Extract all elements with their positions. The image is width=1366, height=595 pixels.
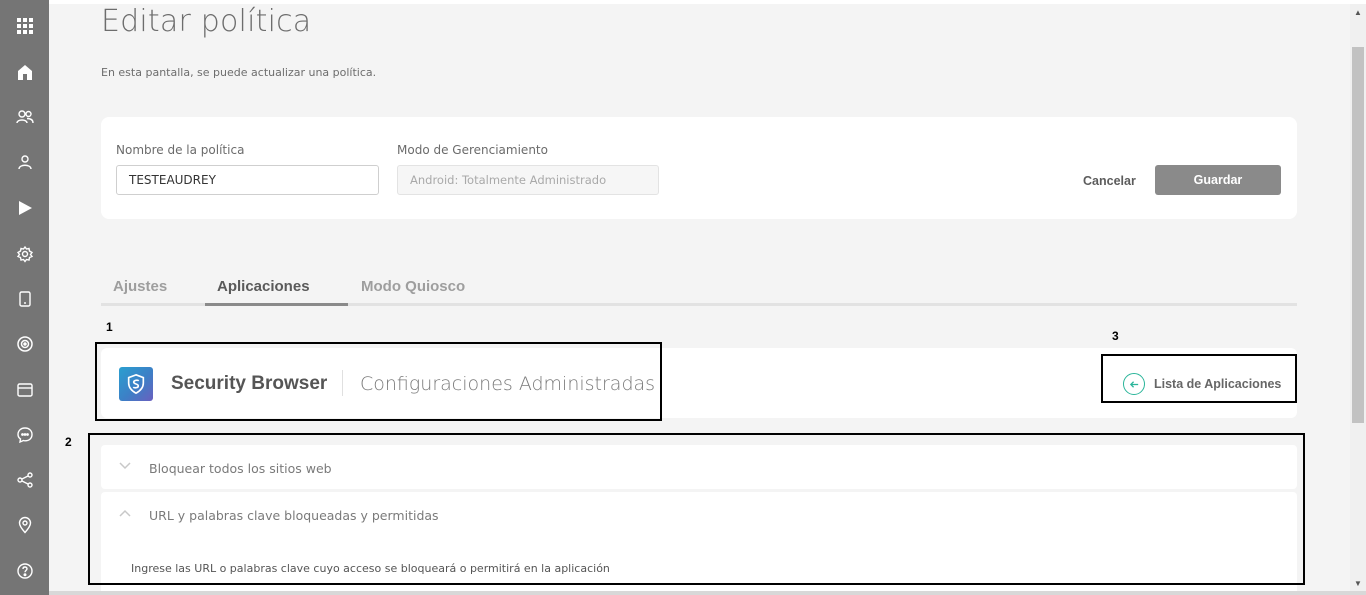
apps-grid-icon[interactable] — [0, 10, 49, 42]
page-title: Editar política — [101, 4, 312, 39]
management-mode-label: Modo de Gerenciamiento — [397, 143, 548, 157]
tab-bar: Ajustes Aplicaciones Modo Quiosco — [101, 270, 1297, 306]
annotation-box-2 — [88, 433, 1305, 585]
target-icon[interactable] — [0, 328, 49, 360]
settings-gear-icon[interactable] — [0, 238, 49, 270]
tab-modo-quiosco[interactable]: Modo Quiosco — [361, 278, 465, 295]
policy-name-input[interactable]: TESTEAUDREY — [116, 165, 379, 195]
vertical-scrollbar[interactable]: ▲ ▼ — [1350, 4, 1366, 591]
scroll-down-arrow-icon[interactable]: ▼ — [1350, 575, 1366, 591]
location-pin-icon[interactable] — [0, 509, 49, 541]
chat-icon[interactable] — [0, 419, 49, 451]
dashboard-home-icon[interactable] — [0, 56, 49, 88]
help-icon[interactable] — [0, 555, 49, 587]
bottom-border — [49, 591, 1366, 595]
annotation-marker-3: 3 — [1112, 329, 1119, 343]
annotation-marker-1: 1 — [106, 320, 113, 334]
annotation-box-3 — [1101, 354, 1297, 403]
policy-form-card: Nombre de la política TESTEAUDREY Modo d… — [101, 117, 1297, 219]
management-mode-field: Android: Totalmente Administrado — [397, 165, 659, 195]
window-icon[interactable] — [0, 374, 49, 406]
annotation-box-1 — [95, 342, 662, 421]
play-store-icon[interactable] — [0, 192, 49, 224]
users-group-icon[interactable] — [0, 101, 49, 133]
share-icon[interactable] — [0, 464, 49, 496]
scroll-thumb[interactable] — [1352, 47, 1364, 423]
save-button[interactable]: Guardar — [1155, 165, 1281, 195]
sidebar — [0, 0, 49, 595]
cancel-button[interactable]: Cancelar — [1083, 174, 1136, 188]
policy-name-label: Nombre de la política — [116, 143, 245, 157]
tab-aplicaciones[interactable]: Aplicaciones — [217, 278, 310, 295]
user-icon[interactable] — [0, 146, 49, 178]
annotation-marker-2: 2 — [65, 435, 72, 449]
device-icon[interactable] — [0, 283, 49, 315]
main-content: Editar política En esta pantalla, se pue… — [49, 4, 1350, 591]
page-subtitle: En esta pantalla, se puede actualizar un… — [101, 66, 377, 79]
active-tab-indicator — [205, 303, 348, 306]
scroll-up-arrow-icon[interactable]: ▲ — [1350, 4, 1366, 20]
tab-ajustes[interactable]: Ajustes — [113, 278, 167, 295]
